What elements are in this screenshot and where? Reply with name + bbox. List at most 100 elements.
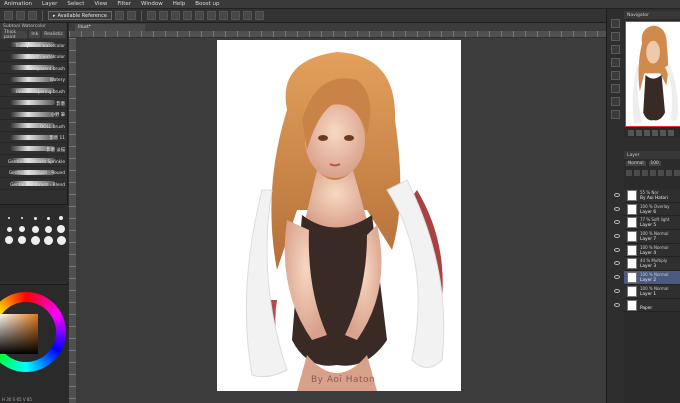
rotate-right-icon[interactable] — [660, 129, 666, 136]
brush-item[interactable]: 影墨 淡描 — [0, 143, 67, 155]
brush-size-option[interactable] — [3, 235, 15, 245]
layer-row[interactable]: 100 % Normal Layer 7 — [614, 230, 680, 244]
brush-size-option[interactable] — [55, 224, 67, 234]
layer-row[interactable]: 44 % Multiply Layer 3 — [614, 257, 680, 272]
visibility-eye-icon[interactable] — [614, 247, 620, 252]
menu-item[interactable]: Filter — [117, 1, 131, 7]
visibility-eye-icon[interactable] — [614, 193, 620, 197]
redo-icon[interactable] — [158, 11, 168, 20]
brush-size-option[interactable] — [55, 235, 67, 245]
new-layer-icon[interactable] — [626, 169, 632, 176]
panel-icon[interactable] — [610, 45, 620, 54]
illustration-canvas[interactable]: By Aoi Haton — [217, 40, 461, 391]
brush-size-option[interactable] — [42, 224, 54, 234]
brush-item[interactable]: Transparent watercolor — [0, 39, 67, 51]
new-icon[interactable] — [4, 11, 13, 20]
panel-icon[interactable] — [610, 84, 620, 93]
visibility-eye-icon[interactable] — [614, 220, 620, 225]
rotate-icon[interactable] — [170, 11, 180, 20]
brush-size-option[interactable] — [42, 235, 54, 245]
visibility-eye-icon[interactable] — [614, 288, 620, 293]
snap-icon[interactable] — [254, 11, 264, 20]
crop-icon[interactable] — [242, 11, 252, 20]
layer-row[interactable]: Paper — [614, 298, 680, 313]
lock-icon[interactable] — [642, 169, 648, 176]
menu-item[interactable]: Select — [67, 1, 84, 7]
panel-icon[interactable] — [610, 58, 620, 67]
brush-item[interactable]: Smooth watercolor — [0, 51, 67, 63]
invert-selection-icon[interactable] — [230, 11, 240, 20]
select-all-icon[interactable] — [206, 11, 216, 20]
canvas-area[interactable]: Illust* By Aoi Haton — [69, 23, 606, 403]
brush-item[interactable]: 影墨 — [0, 97, 67, 109]
brush-size-option[interactable] — [3, 213, 15, 223]
layer-row[interactable]: 100 % Normal Layer 4 — [614, 243, 680, 258]
panel-icon[interactable] — [610, 32, 620, 41]
panel-icon[interactable] — [610, 71, 620, 80]
new-folder-icon[interactable] — [634, 169, 640, 176]
clip-icon[interactable] — [650, 169, 656, 176]
brush-size-option[interactable] — [42, 213, 54, 223]
zoom-in-icon[interactable] — [636, 129, 642, 136]
transform-icon[interactable] — [182, 11, 192, 20]
brush-size-option[interactable] — [16, 224, 28, 234]
panel-icon[interactable] — [610, 19, 620, 28]
brush-size-option[interactable] — [55, 213, 67, 223]
brush-item[interactable]: Gentle Paintbrush - Blend — [0, 178, 67, 190]
layer-row[interactable]: 77 % Soft light Layer 5 — [614, 216, 680, 231]
reference-icon[interactable] — [658, 169, 664, 176]
rotate-left-icon[interactable] — [652, 129, 658, 136]
clear-icon[interactable] — [126, 11, 136, 20]
document-tab[interactable]: Illust* — [75, 24, 145, 31]
menu-item[interactable]: Layer — [42, 1, 57, 7]
brush-size-option[interactable] — [29, 213, 41, 223]
zoom-out-icon[interactable] — [628, 129, 634, 136]
brush-size-option[interactable] — [16, 213, 28, 223]
layer-row[interactable]: 55 % Nor By Aoi Hatori — [614, 189, 680, 203]
subtool-tab[interactable]: Realistic — [42, 31, 65, 38]
visibility-eye-icon[interactable] — [614, 302, 620, 307]
brush-item[interactable]: Gentle Paintbrush - Round — [0, 167, 67, 179]
reference-layer-selector[interactable]: ▸ Available Reference — [48, 11, 112, 20]
deselect-icon[interactable] — [218, 11, 228, 20]
brush-size-option[interactable] — [29, 235, 41, 245]
brush-item[interactable]: Watery — [0, 74, 67, 86]
subtool-tab[interactable]: Thick paint — [2, 30, 28, 40]
layer-row[interactable]: 100 % Normal Layer 1 — [614, 284, 680, 299]
menu-item[interactable]: Help — [173, 1, 186, 7]
visibility-eye-icon[interactable] — [614, 234, 620, 239]
menu-item[interactable]: Boost up — [195, 1, 219, 7]
visibility-eye-icon[interactable] — [614, 275, 620, 280]
save-icon[interactable] — [28, 11, 37, 20]
brush-item[interactable]: 小野 筆 — [0, 109, 67, 121]
panel-icon[interactable] — [610, 97, 620, 106]
brush-size-option[interactable] — [16, 235, 28, 245]
brush-item[interactable]: ROLL brush — [0, 120, 67, 132]
visibility-eye-icon[interactable] — [614, 206, 620, 211]
brush-item[interactable]: Gentle Paintbrush Sprinkle — [0, 155, 67, 167]
mask-icon[interactable] — [666, 169, 672, 176]
open-icon[interactable] — [16, 11, 25, 20]
brush-item[interactable]: 影墨 11 — [0, 132, 67, 144]
layer-row[interactable]: 100 % Normal Layer 2 — [614, 271, 680, 285]
brush-size-option[interactable] — [29, 224, 41, 234]
brush-item[interactable]: Transparent brush — [0, 62, 67, 74]
layer-setting-icon[interactable] — [114, 11, 124, 20]
flip-icon[interactable] — [668, 129, 674, 136]
subtool-tab[interactable]: Ink — [29, 31, 41, 38]
saturation-value-square[interactable] — [0, 314, 38, 354]
brush-item[interactable]: Uneven tapering brush — [0, 85, 67, 97]
blend-mode-select[interactable]: Normal — [626, 161, 646, 166]
menu-item[interactable]: View — [94, 1, 107, 7]
trash-icon[interactable] — [674, 169, 680, 176]
brush-size-option[interactable] — [3, 224, 15, 234]
fit-icon[interactable] — [644, 129, 650, 136]
navigator-preview[interactable] — [625, 21, 680, 127]
panel-icon[interactable] — [610, 110, 620, 119]
menu-item[interactable]: Animation — [4, 1, 32, 7]
fill-icon[interactable] — [194, 11, 204, 20]
undo-icon[interactable] — [146, 11, 156, 20]
layer-row[interactable]: 100 % Overlay Layer 6 — [614, 202, 680, 217]
visibility-eye-icon[interactable] — [614, 261, 620, 266]
opacity-value[interactable]: 100 — [648, 161, 661, 166]
